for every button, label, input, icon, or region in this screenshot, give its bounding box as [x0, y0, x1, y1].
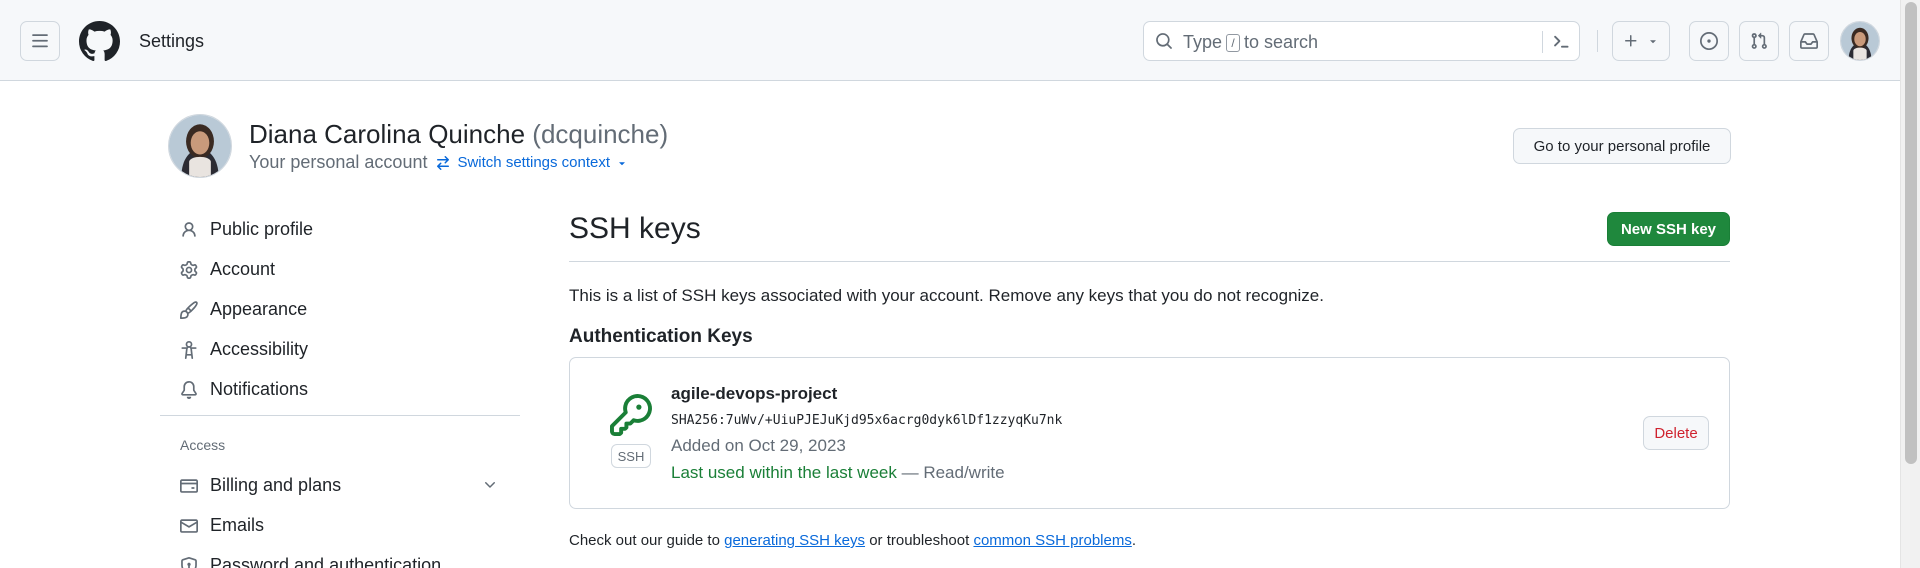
sidebar-item-label: Public profile: [210, 219, 314, 239]
sidebar-item-label: Notifications: [210, 379, 309, 399]
github-logo[interactable]: [79, 21, 120, 62]
new-ssh-key-button[interactable]: New SSH key: [1607, 212, 1730, 246]
sidebar-divider: [160, 415, 520, 416]
generating-ssh-keys-link[interactable]: generating SSH keys: [724, 532, 865, 549]
caret-down-icon: [619, 161, 625, 165]
sidebar-item-label: Billing and plans: [210, 475, 342, 495]
page-context-title[interactable]: Settings: [139, 31, 204, 52]
gear-icon: [180, 261, 198, 279]
sidebar-item-public-profile[interactable]: Public profile: [160, 210, 520, 248]
accessibility-icon: [181, 341, 197, 359]
delete-ssh-key-button[interactable]: Delete: [1643, 416, 1709, 450]
sidebar-item-accessibility[interactable]: Accessibility: [160, 330, 520, 368]
ssh-key-last-used-text: Last used within the last week: [671, 463, 897, 482]
search-placeholder-prefix: Type: [1183, 32, 1223, 52]
app-header: Settings Type / to search: [0, 0, 1900, 81]
ssh-key-access-level: — Read/write: [901, 463, 1005, 482]
pull-requests-button[interactable]: [1739, 21, 1779, 61]
profile-full-name: Diana Carolina Quinche: [249, 119, 526, 149]
title-divider: [569, 261, 1730, 262]
arrow-switch-icon: [437, 155, 450, 170]
hamburger-menu-button[interactable]: [20, 21, 60, 61]
create-new-button[interactable]: [1612, 21, 1670, 61]
plus-icon: [1625, 35, 1637, 47]
mail-icon: [180, 519, 198, 533]
section-title-authentication-keys: Authentication Keys: [569, 326, 753, 347]
ssh-key-list-item: SSH agile-devops-project SHA256:7uWv/+Ui…: [569, 357, 1730, 509]
sidebar-item-label: Emails: [210, 515, 265, 535]
sidebar-item-billing-and-plans[interactable]: Billing and plans: [160, 466, 520, 504]
search-input[interactable]: Type / to search: [1143, 21, 1580, 61]
credit-card-icon: [180, 479, 198, 493]
switch-settings-context-link[interactable]: Switch settings context: [435, 154, 628, 171]
search-shortcut-key: /: [1226, 33, 1241, 52]
inbox-button[interactable]: [1789, 21, 1829, 61]
key-icon: [610, 394, 652, 436]
ssh-type-badge: SSH: [611, 444, 651, 468]
go-to-personal-profile-button[interactable]: Go to your personal profile: [1513, 128, 1731, 164]
shield-lock-icon: [181, 557, 197, 568]
help-note-prefix: Check out our guide to: [569, 532, 720, 549]
pull-requests-icon: [1751, 32, 1767, 49]
ssh-key-title: agile-devops-project: [671, 384, 838, 403]
profile-handle: (dcquinche): [532, 119, 669, 149]
sidebar-item-label: Appearance: [210, 299, 308, 319]
chevron-down-icon: [1650, 40, 1656, 44]
paintbrush-icon: [180, 301, 198, 319]
vertical-scrollbar[interactable]: [1900, 0, 1920, 568]
issues-icon: [1700, 32, 1718, 50]
help-note-middle: or troubleshoot: [869, 532, 970, 549]
scrollbar-thumb[interactable]: [1905, 2, 1917, 464]
inbox-icon: [1800, 33, 1818, 49]
profile-subtitle: Your personal account Switch settings co…: [249, 152, 628, 173]
page-title: SSH keys: [569, 212, 701, 245]
sidebar-item-label: Accessibility: [210, 339, 309, 359]
bell-icon: [181, 381, 197, 399]
search-placeholder: Type / to search: [1183, 32, 1318, 53]
sidebar-item-emails[interactable]: Emails: [160, 506, 520, 544]
ssh-key-fingerprint: SHA256:7uWv/+UiuPJEJuKjd95x6acrg0dyk6lDf…: [671, 413, 1063, 428]
switch-settings-context-label: Switch settings context: [457, 154, 611, 171]
ssh-key-last-used: Last used within the last week — Read/wr…: [671, 463, 1005, 483]
user-avatar[interactable]: [1840, 21, 1880, 61]
sidebar-section-heading-access: Access: [180, 437, 226, 453]
profile-avatar: [168, 114, 232, 178]
hamburger-icon: [32, 34, 48, 48]
sidebar-item-notifications[interactable]: Notifications: [160, 370, 520, 408]
ssh-help-note: Check out our guide to generating SSH ke…: [569, 532, 1136, 549]
chevron-down-icon[interactable]: [482, 477, 498, 493]
ssh-key-added-date: Added on Oct 29, 2023: [671, 436, 846, 455]
sidebar-item-account[interactable]: Account: [160, 250, 520, 288]
sidebar-item-label: Account: [210, 259, 276, 279]
common-ssh-problems-link[interactable]: common SSH problems: [973, 532, 1131, 549]
search-divider: [1542, 31, 1543, 53]
page-description: This is a list of SSH keys associated wi…: [569, 286, 1324, 305]
search-placeholder-suffix: to search: [1244, 32, 1319, 52]
issues-button[interactable]: [1689, 21, 1729, 61]
sidebar-item-label: Password and authentication: [210, 555, 442, 568]
person-icon: [182, 222, 196, 237]
search-icon: [1156, 33, 1172, 49]
sidebar-item-appearance[interactable]: Appearance: [160, 290, 520, 328]
sidebar-item-password-and-authentication[interactable]: Password and authentication: [160, 546, 520, 568]
account-type-label: Your personal account: [249, 152, 428, 172]
help-note-suffix: .: [1131, 532, 1137, 549]
header-divider: [1597, 30, 1598, 52]
command-palette-icon[interactable]: [1551, 32, 1571, 52]
profile-name: Diana Carolina Quinche (dcquinche): [249, 119, 668, 150]
